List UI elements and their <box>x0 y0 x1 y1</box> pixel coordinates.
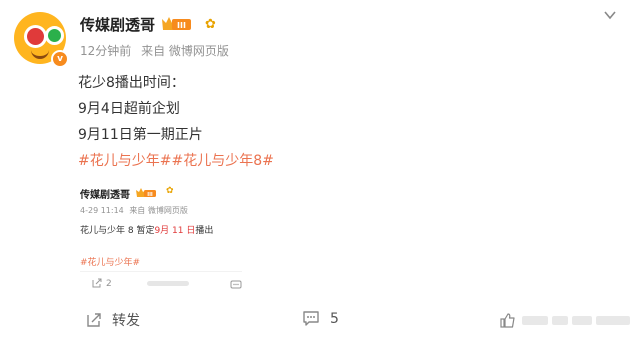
repost-vip-level-text: III <box>147 192 153 198</box>
repost-text-before: 花儿与少年 8 暂定 <box>80 226 155 236</box>
like-blurred-segment <box>572 316 592 325</box>
vip-crown-icon[interactable]: III <box>160 15 192 33</box>
repost-share-button[interactable]: 2 <box>92 278 112 289</box>
post-author-name[interactable]: 传媒剧透哥 <box>80 14 155 35</box>
repost-share-icon <box>92 278 102 288</box>
avatar-eye-right <box>45 26 64 45</box>
repost-text-highlight: 9月 11 日 <box>154 226 196 236</box>
repost-meta: 4-29 11:14 来自 微博网页版 <box>80 205 191 216</box>
repost-blurred-area <box>147 281 189 286</box>
post-content: 花少8播出时间： 9月4日超前企划 9月11日第一期正片 #花儿与少年##花儿与… <box>78 70 274 174</box>
repost-author-name[interactable]: 传媒剧透哥 <box>80 186 130 201</box>
post-content-line: 9月11日第一期正片 <box>78 127 203 143</box>
repost-comment-icon[interactable] <box>230 280 242 290</box>
like-icon <box>500 313 515 328</box>
repost-vip-crown-icon: III <box>136 188 156 198</box>
sunflower-icon: ✿ <box>205 17 216 32</box>
post-time[interactable]: 12分钟前 <box>80 44 131 58</box>
post-content-line: 花少8播出时间： <box>78 75 185 91</box>
verified-badge-icon: v <box>51 50 69 68</box>
like-blurred-segment <box>522 316 548 325</box>
post-source: 来自 微博网页版 <box>141 44 229 58</box>
comment-count: 5 <box>330 311 339 327</box>
avatar-mouth <box>31 50 49 59</box>
like-blurred-segment <box>596 316 630 325</box>
repost-topic-link[interactable]: #花儿与少年# <box>80 255 140 268</box>
like-button[interactable] <box>500 313 632 329</box>
more-chevron-icon[interactable] <box>603 8 617 22</box>
repost-time: 4-29 11:14 <box>80 206 124 215</box>
avatar-eye-left <box>24 25 47 48</box>
share-button[interactable]: 转发 <box>86 310 140 330</box>
repost-text-after: 播出 <box>195 226 214 236</box>
repost-action-bar: 2 <box>80 271 242 294</box>
comment-icon <box>303 311 319 326</box>
post-content-line: 9月4日超前企划 <box>78 101 180 117</box>
repost-source: 来自 微博网页版 <box>129 206 188 215</box>
post-topic-link[interactable]: #花儿与少年##花儿与少年8# <box>78 148 274 174</box>
post-meta: 12分钟前 来自 微博网页版 <box>80 42 235 59</box>
comment-button[interactable]: 5 <box>302 310 339 327</box>
repost-text: 花儿与少年 8 暂定9月 11 日播出 <box>80 223 213 236</box>
repost-share-count: 2 <box>106 279 112 289</box>
repost-sunflower-icon: ✿ <box>166 186 174 196</box>
share-icon <box>87 313 101 327</box>
share-label: 转发 <box>112 313 140 329</box>
like-blurred-segment <box>552 316 568 325</box>
vip-level-text: III <box>177 21 186 30</box>
